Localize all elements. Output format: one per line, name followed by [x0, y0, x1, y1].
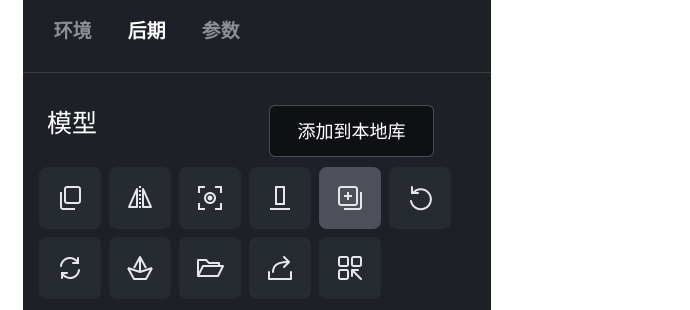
share-export-button[interactable] — [249, 237, 311, 299]
focus-target-button[interactable] — [179, 167, 241, 229]
focus-target-icon — [198, 186, 222, 210]
tab-bar: 环境 后期 参数 — [23, 0, 491, 73]
align-bottom-icon — [270, 186, 290, 210]
align-bottom-button[interactable] — [249, 167, 311, 229]
boat-icon — [127, 256, 153, 280]
tooltip: 添加到本地库 — [269, 105, 434, 157]
folder-open-icon — [197, 259, 224, 277]
tab-post-processing[interactable]: 后期 — [128, 16, 166, 43]
side-panel: 环境 后期 参数 模型 添加到本地库 — [23, 0, 491, 310]
qr-scan-button[interactable] — [319, 237, 381, 299]
refresh-button[interactable] — [39, 237, 101, 299]
add-to-library-icon — [338, 186, 362, 210]
add-to-library-button[interactable] — [319, 167, 381, 229]
mirror-flip-button[interactable] — [109, 167, 171, 229]
tab-environment[interactable]: 环境 — [54, 16, 92, 43]
section-title: 模型 — [47, 109, 98, 138]
refresh-icon — [60, 257, 80, 279]
layers-icon — [60, 186, 81, 210]
folder-open-button[interactable] — [179, 237, 241, 299]
rotate-ccw-icon — [410, 186, 432, 211]
qr-scan-icon — [338, 256, 362, 280]
mirror-flip-icon — [128, 186, 152, 210]
share-export-icon — [268, 256, 292, 280]
tooltip-text: 添加到本地库 — [297, 122, 406, 143]
tab-parameters[interactable]: 参数 — [202, 16, 240, 43]
layers-button[interactable] — [39, 167, 101, 229]
boat-button[interactable] — [109, 237, 171, 299]
rotate-ccw-button[interactable] — [389, 167, 451, 229]
